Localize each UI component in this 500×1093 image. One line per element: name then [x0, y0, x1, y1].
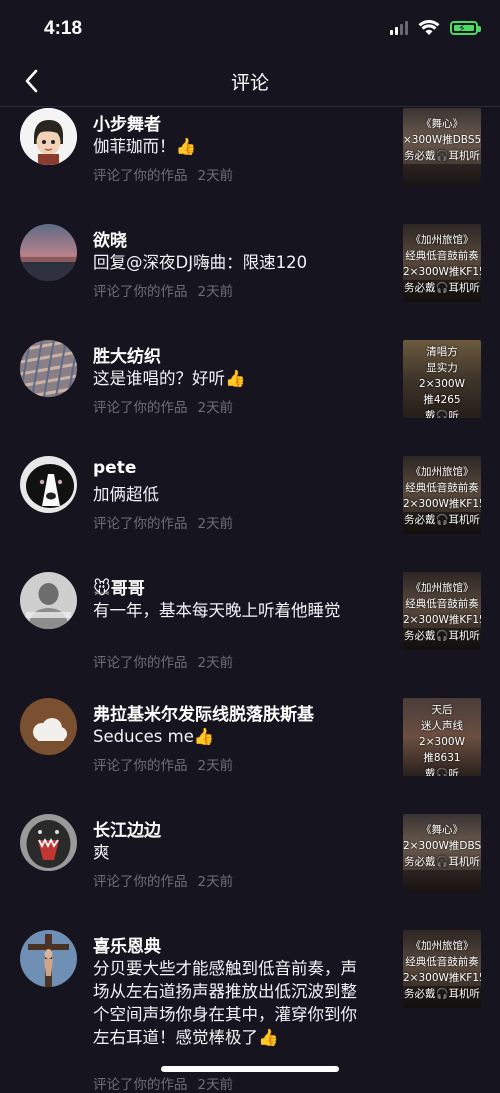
crucifix-icon	[20, 930, 77, 987]
comment-meta: 评论了你的作品 2天前	[93, 870, 233, 890]
commenter-name[interactable]: 🐭哥哥	[93, 574, 145, 599]
thumbnail-caption: 《舞心》 ×300W推DBS512 务必戴🎧耳机听	[403, 118, 481, 162]
thumbnail-caption: 《加州旅馆》 经典低音鼓前奏 2×300W推KF1503 务必戴🎧耳机听	[403, 582, 481, 642]
comment-text: 分贝要大些才能感触到低音前奏，声场从左右道扬声器推放出低沉波到整个空间声场你身在…	[93, 959, 357, 1047]
comment-text: 伽菲珈而！👍	[93, 137, 197, 156]
commenter-name[interactable]: pete	[93, 458, 136, 478]
comment-action: 评论了你的作品	[93, 655, 188, 671]
thumbnail-caption: 清唱方 显实力 2×300W 推4265 戴🎧听	[419, 346, 465, 418]
comment-action: 评论了你的作品	[93, 284, 188, 300]
avatar[interactable]	[20, 108, 77, 165]
comment-text: 加俩超低	[93, 485, 159, 504]
comment-time: 2天前	[197, 168, 234, 184]
avatar[interactable]	[20, 456, 77, 513]
signal-icon	[390, 21, 408, 35]
commenter-name[interactable]: 小步舞者	[93, 110, 161, 135]
comment-action: 评论了你的作品	[93, 400, 188, 416]
commenter-name[interactable]: 欲晓	[93, 226, 127, 251]
commenter-name[interactable]: 长江边边	[93, 816, 161, 841]
roaring-beast-icon	[20, 814, 77, 871]
comment-action: 评论了你的作品	[93, 758, 188, 774]
avatar[interactable]	[20, 930, 77, 987]
home-indicator[interactable]	[161, 1066, 339, 1072]
thumbnail-caption: 《加州旅馆》 经典低音鼓前奏 2×300W推KF1503 务必戴🎧耳机听	[403, 466, 481, 526]
avatar[interactable]	[20, 814, 77, 871]
comment-text: Seduces me👍	[93, 727, 215, 746]
comment-text: 这是谁唱的？好听👍	[93, 369, 246, 388]
comment-text: 回复@深夜DJ嗨曲：限速120	[93, 253, 308, 272]
status-icons: ⚡	[390, 20, 481, 36]
thumbnail-caption: 《加州旅馆》 经典低音鼓前奏 2×300W推KF1503 务必戴🎧耳机听	[403, 940, 481, 1000]
comment-meta: 评论了你的作品 2天前	[93, 164, 233, 184]
comment-text: 爽	[93, 843, 110, 862]
comment-action: 评论了你的作品	[93, 874, 188, 890]
cartoon-face-icon	[20, 108, 77, 165]
comment-text: 有一年，基本每天晚上听着他睡觉	[93, 601, 341, 620]
cloud-icon	[20, 698, 77, 755]
comment-time: 2天前	[197, 516, 234, 532]
video-thumbnail[interactable]: 清唱方 显实力 2×300W 推4265 戴🎧听	[403, 340, 481, 418]
comment-meta: 评论了你的作品 2天前	[93, 754, 233, 774]
comment-time: 2天前	[197, 400, 234, 416]
comment-time: 2天前	[197, 1077, 234, 1093]
fabric-pattern-icon	[20, 340, 77, 397]
wifi-icon	[418, 20, 440, 35]
comment-meta: 评论了你的作品 2天前	[93, 280, 233, 300]
video-thumbnail[interactable]: 《舞心》 ×300W推DBS512 务必戴🎧耳机听	[403, 108, 481, 186]
battery-icon: ⚡	[450, 21, 481, 35]
commenter-name[interactable]: 喜乐恩典	[93, 932, 161, 957]
portrait-icon	[20, 572, 77, 629]
avatar[interactable]	[20, 698, 77, 755]
video-thumbnail[interactable]: 《加州旅馆》 经典低音鼓前奏 2×300W推KF1503 务必戴🎧耳机听	[403, 572, 481, 650]
video-thumbnail[interactable]: 《舞心》 2×300W推DBS512 务必戴🎧耳机听	[403, 814, 481, 892]
thumbnail-caption: 天后 迷人声线 2×300W 推8631 戴🎧听	[419, 704, 465, 776]
status-time: 4:18	[44, 18, 83, 39]
dog-icon	[20, 456, 77, 513]
sunset-landscape-icon	[20, 224, 77, 281]
video-thumbnail[interactable]: 《加州旅馆》 经典低音鼓前奏 2×300W推KF1503 务必戴🎧耳机听	[403, 930, 481, 1008]
avatar[interactable]	[20, 572, 77, 629]
thumbnail-caption: 《舞心》 2×300W推DBS512 务必戴🎧耳机听	[403, 824, 481, 868]
video-thumbnail[interactable]: 《加州旅馆》 经典低音鼓前奏 2×300W推KF1503 务必戴🎧耳机听	[403, 456, 481, 534]
comment-action: 评论了你的作品	[93, 168, 188, 184]
thumbnail-caption: 《加州旅馆》 经典低音鼓前奏 2×300W推KF1503 务必戴🎧耳机听	[403, 234, 481, 294]
status-bar: 4:18 ⚡	[0, 0, 500, 58]
video-thumbnail[interactable]: 天后 迷人声线 2×300W 推8631 戴🎧听	[403, 698, 481, 776]
comment-meta: 评论了你的作品 2天前	[93, 1073, 233, 1093]
video-thumbnail[interactable]: 《加州旅馆》 经典低音鼓前奏 2×300W推KF1503 务必戴🎧耳机听	[403, 224, 481, 302]
commenter-name[interactable]: 弗拉基米尔发际线脱落肤斯基	[93, 700, 314, 725]
comment-time: 2天前	[197, 874, 234, 890]
avatar[interactable]	[20, 224, 77, 281]
comment-action: 评论了你的作品	[93, 516, 188, 532]
comment-time: 2天前	[197, 655, 234, 671]
comment-time: 2天前	[197, 758, 234, 774]
avatar[interactable]	[20, 340, 77, 397]
comment-meta: 评论了你的作品 2天前	[93, 651, 233, 671]
page-title: 评论	[230, 72, 269, 94]
comment-meta: 评论了你的作品 2天前	[93, 396, 233, 416]
comment-meta: 评论了你的作品 2天前	[93, 512, 233, 532]
commenter-name[interactable]: 胜大纺织	[93, 342, 161, 367]
nav-bar: 评论	[0, 58, 500, 107]
comment-action: 评论了你的作品	[93, 1077, 188, 1093]
comment-time: 2天前	[197, 284, 234, 300]
